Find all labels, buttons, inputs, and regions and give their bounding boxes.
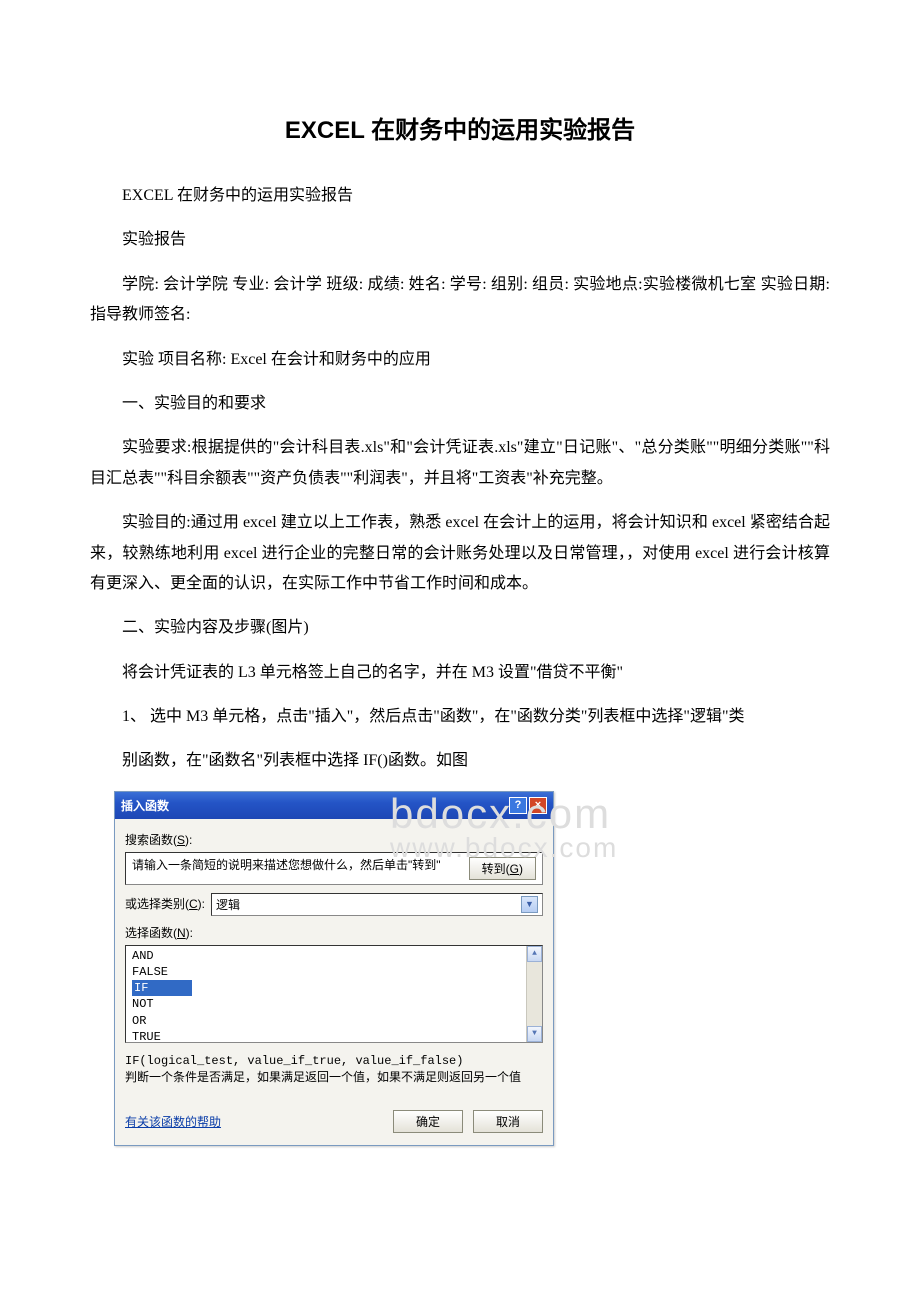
- category-label: 或选择类别(C):: [125, 895, 205, 912]
- para-5: 一、实验目的和要求: [90, 389, 830, 419]
- function-list-label: 选择函数(N):: [125, 924, 543, 941]
- scroll-up-icon[interactable]: ▲: [527, 946, 542, 962]
- chevron-down-icon[interactable]: ▼: [521, 896, 538, 913]
- scroll-down-icon[interactable]: ▼: [527, 1026, 542, 1042]
- insert-function-dialog: 插入函数 ? × 搜索函数(S): 请输入一条简短的说明来描述您想做什么，然后单…: [114, 791, 554, 1146]
- dialog-title: 插入函数: [121, 797, 169, 814]
- para-11: 别函数，在"函数名"列表框中选择 IF()函数。如图: [90, 746, 830, 776]
- list-item[interactable]: OR: [132, 1013, 538, 1029]
- list-item-selected[interactable]: IF: [132, 980, 192, 996]
- list-item[interactable]: FALSE: [132, 964, 538, 980]
- para-3: 学院: 会计学院 专业: 会计学 班级: 成绩: 姓名: 学号: 组别: 组员:…: [90, 270, 830, 331]
- para-9: 将会计凭证表的 L3 单元格签上自己的名字，并在 M3 设置"借贷不平衡": [90, 658, 830, 688]
- close-icon[interactable]: ×: [529, 797, 547, 814]
- list-item[interactable]: AND: [132, 948, 538, 964]
- para-7: 实验目的:通过用 excel 建立以上工作表，熟悉 excel 在会计上的运用，…: [90, 508, 830, 599]
- list-item[interactable]: TRUE: [132, 1029, 538, 1043]
- help-icon[interactable]: ?: [509, 797, 527, 814]
- function-description: IF(logical_test, value_if_true, value_if…: [125, 1053, 543, 1088]
- function-listbox[interactable]: AND FALSE IF NOT OR TRUE ▲ ▼: [125, 945, 543, 1043]
- function-explain: 判断一个条件是否满足，如果满足返回一个值，如果不满足则返回另一个值: [125, 1070, 543, 1087]
- category-value: 逻辑: [216, 896, 240, 913]
- help-link[interactable]: 有关该函数的帮助: [125, 1113, 221, 1130]
- list-item[interactable]: NOT: [132, 996, 538, 1012]
- para-1: EXCEL 在财务中的运用实验报告: [90, 181, 830, 211]
- search-input[interactable]: 请输入一条简短的说明来描述您想做什么，然后单击"转到": [132, 857, 463, 874]
- para-6: 实验要求:根据提供的"会计科目表.xls"和"会计凭证表.xls"建立"日记账"…: [90, 433, 830, 494]
- cancel-button[interactable]: 取消: [473, 1110, 543, 1133]
- search-row: 请输入一条简短的说明来描述您想做什么，然后单击"转到" 转到(G): [125, 852, 543, 885]
- scrollbar[interactable]: ▲ ▼: [526, 946, 542, 1042]
- page-title: EXCEL 在财务中的运用实验报告: [90, 110, 830, 145]
- category-select[interactable]: 逻辑 ▼: [211, 893, 543, 916]
- para-4: 实验 项目名称: Excel 在会计和财务中的应用: [90, 345, 830, 375]
- go-button[interactable]: 转到(G): [469, 857, 536, 880]
- ok-button[interactable]: 确定: [393, 1110, 463, 1133]
- para-10: 1、 选中 M3 单元格，点击"插入"，然后点击"函数"，在"函数分类"列表框中…: [90, 702, 830, 732]
- function-signature: IF(logical_test, value_if_true, value_if…: [125, 1053, 543, 1070]
- dialog-titlebar[interactable]: 插入函数 ? ×: [115, 792, 553, 819]
- para-8: 二、实验内容及步骤(图片): [90, 613, 830, 643]
- search-label: 搜索函数(S):: [125, 831, 543, 848]
- para-2: 实验报告: [90, 225, 830, 255]
